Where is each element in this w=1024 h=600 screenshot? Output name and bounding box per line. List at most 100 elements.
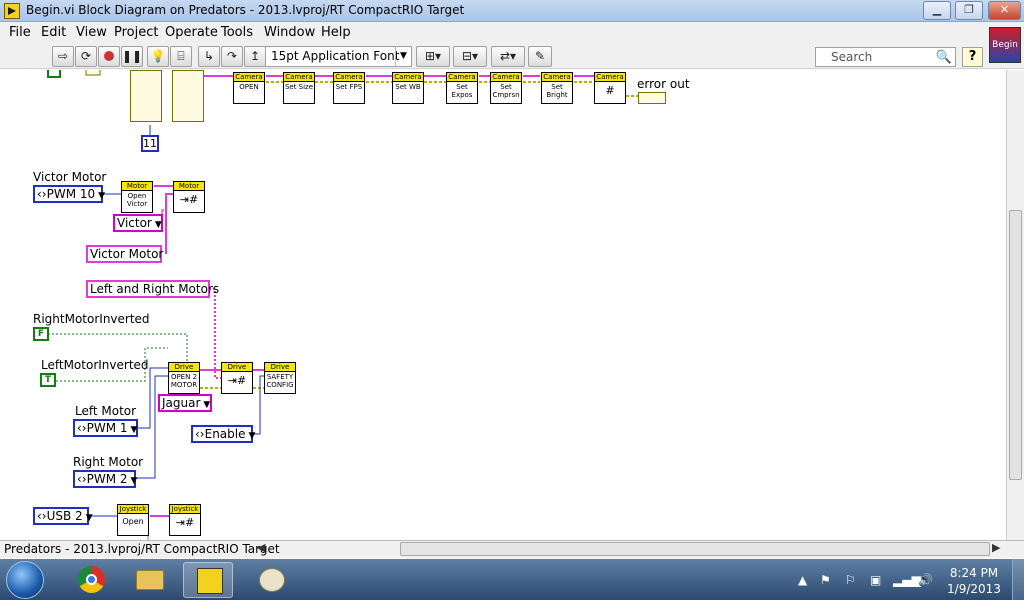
vi-header: Camera [234,73,264,82]
font-select[interactable]: 15pt Application Font ▼ [265,46,412,67]
pwm2-ring[interactable]: ‹›PWM 2 ▼ [73,470,137,488]
device-icon[interactable]: ▣ [870,573,881,587]
camera-set-compression-vi[interactable]: Camera Set Cmprsn [490,72,522,104]
align-objects-icon[interactable]: ⊞▾ [416,46,450,67]
vi-header: Drive [222,363,252,372]
vi-body: Set Size [284,83,314,91]
cleanup-diagram-icon[interactable]: ✎ [528,46,552,67]
numeric-constant[interactable]: 11 [141,135,159,152]
chevron-down-icon: ▼ [98,191,106,201]
flag-icon[interactable]: ⚐ [845,573,856,587]
vi-body: OPEN [239,83,259,91]
drive-ref-vi[interactable]: Drive ⇥# [221,362,253,394]
joystick-open-vi[interactable]: Joystick Open [117,504,149,536]
vi-body: Set FPS [335,83,363,91]
drive-open-2motor-vi[interactable]: Drive OPEN 2 MOTOR [168,362,200,394]
vi-body: SAFETY CONFIG [266,373,294,389]
camera-set-wb-vi[interactable]: Camera Set WB [392,72,424,104]
reorder-icon[interactable]: ⇄▾ [491,46,525,67]
camera-open-vi[interactable]: Camera OPEN [233,72,265,104]
ref-hash-icon: ⇥# [175,516,195,529]
action-center-icon[interactable]: ⚑ [820,573,831,587]
clock-time: 8:24 PM [949,566,999,580]
menu-window[interactable]: Window [264,25,315,40]
vi-header: Motor [174,182,204,191]
left-right-motors-string[interactable]: Left and Right Motors [86,280,219,298]
labview-taskbar-icon[interactable] [183,562,233,598]
system-clock[interactable]: 8:24 PM 1/9/2013 [944,565,1004,597]
vertical-scrollbar[interactable] [1006,70,1024,540]
pause-icon[interactable]: ❚❚ [121,46,143,67]
camera-set-exposure-vi[interactable]: Camera Set Expos [446,72,478,104]
menu-tools[interactable]: Tools [221,25,253,40]
menu-view[interactable]: View [76,25,107,40]
left-motor-inverted-bool[interactable]: T [40,373,56,387]
abort-icon[interactable] [98,46,120,67]
vi-header: Camera [491,73,521,82]
array-constant-2[interactable] [172,70,204,122]
error-out-indicator[interactable] [638,92,666,104]
project-path[interactable]: Predators - 2013.lvproj/RT CompactRIO Ta… [4,542,280,556]
windows-start-button[interactable] [6,561,44,599]
chevron-right-icon[interactable]: ▶ [992,541,1000,554]
right-motor-inverted-label: RightMotorInverted [33,312,150,326]
jaguar-type-enum[interactable]: Jaguar ▼ [158,394,212,412]
volume-icon[interactable]: 🔊 [918,573,933,587]
step-over-icon[interactable]: ↷ [221,46,243,67]
context-help-button[interactable]: ? [962,47,983,67]
retain-wire-values-icon[interactable]: ⌸ [170,46,192,67]
left-motor-label: Left Motor [75,404,137,418]
drive-safety-config-vi[interactable]: Drive SAFETY CONFIG [264,362,296,394]
enum-glyph-icon: ‹› [77,472,87,486]
distribute-objects-icon[interactable]: ⊟▾ [453,46,487,67]
camera-set-size-vi[interactable]: Camera Set Size [283,72,315,104]
scroll-thumb[interactable] [1009,210,1022,480]
run-arrow-icon[interactable]: ⇨ [52,46,74,67]
usb2-ring[interactable]: ‹›USB 2 ▼ [33,507,93,525]
step-out-icon[interactable]: ↥ [244,46,266,67]
pwm1-value: PWM 1 [86,421,128,435]
menu-file[interactable]: File [9,25,31,40]
chevron-left-icon[interactable]: ◀ [257,541,265,554]
minimize-button[interactable]: ▁ [923,1,951,20]
network-signal-icon[interactable]: ▂▄▆ [893,573,921,587]
vi-icon[interactable]: Begin [989,27,1021,63]
step-into-icon[interactable]: ↳ [198,46,220,67]
motor-ref-vi[interactable]: Motor ⇥# [173,181,205,213]
search-icon[interactable]: 🔍 [936,49,952,67]
highlight-execution-icon[interactable]: 💡 [147,46,169,67]
run-continuous-icon[interactable]: ⟳ [75,46,97,67]
victor-type-enum[interactable]: Victor ▼ [113,214,163,232]
enable-enum[interactable]: ‹›Enable ▼ [191,425,255,443]
joystick-ref-vi[interactable]: Joystick ⇥# [169,504,201,536]
motor-open-victor-vi[interactable]: Motor Open Victor [121,181,153,213]
block-diagram-canvas[interactable]: Camera OPEN Camera Set Size Camera Set F… [0,70,1006,540]
search-field[interactable]: Search 🔍 [815,47,956,67]
array-constant[interactable] [130,70,162,122]
jaguar-enum-value: Jaguar [162,396,201,410]
paint-icon[interactable] [246,562,296,598]
horizontal-scrollbar[interactable] [400,542,990,556]
maximize-button[interactable]: ❐ [955,1,983,20]
vi-header: Drive [265,363,295,372]
camera-set-fps-vi[interactable]: Camera Set FPS [333,72,365,104]
victor-motor-label: Victor Motor [33,170,107,184]
menu-help[interactable]: Help [321,25,351,40]
menu-operate[interactable]: Operate [165,25,218,40]
title-bar: Begin.vi Block Diagram on Predators - 20… [0,0,1024,22]
victor-motor-string[interactable]: Victor Motor [86,245,163,263]
show-desktop-button[interactable] [1012,559,1024,600]
right-motor-inverted-bool[interactable]: F [33,327,49,341]
show-hidden-icons-icon[interactable]: ▲ [798,573,807,587]
file-explorer-icon[interactable] [124,562,174,598]
chrome-icon[interactable] [65,562,115,598]
menu-project[interactable]: Project [114,25,158,40]
chevron-down-icon: ▼ [85,513,93,523]
enable-enum-value: Enable [204,427,246,441]
menu-edit[interactable]: Edit [41,25,66,40]
pwm10-ring[interactable]: ‹›PWM 10 ▼ [33,185,106,203]
camera-set-brightness-vi[interactable]: Camera Set Bright [541,72,573,104]
camera-ref-vi[interactable]: Camera # [594,72,626,104]
pwm1-ring[interactable]: ‹›PWM 1 ▼ [73,419,138,437]
close-button[interactable]: ✕ [988,1,1021,20]
